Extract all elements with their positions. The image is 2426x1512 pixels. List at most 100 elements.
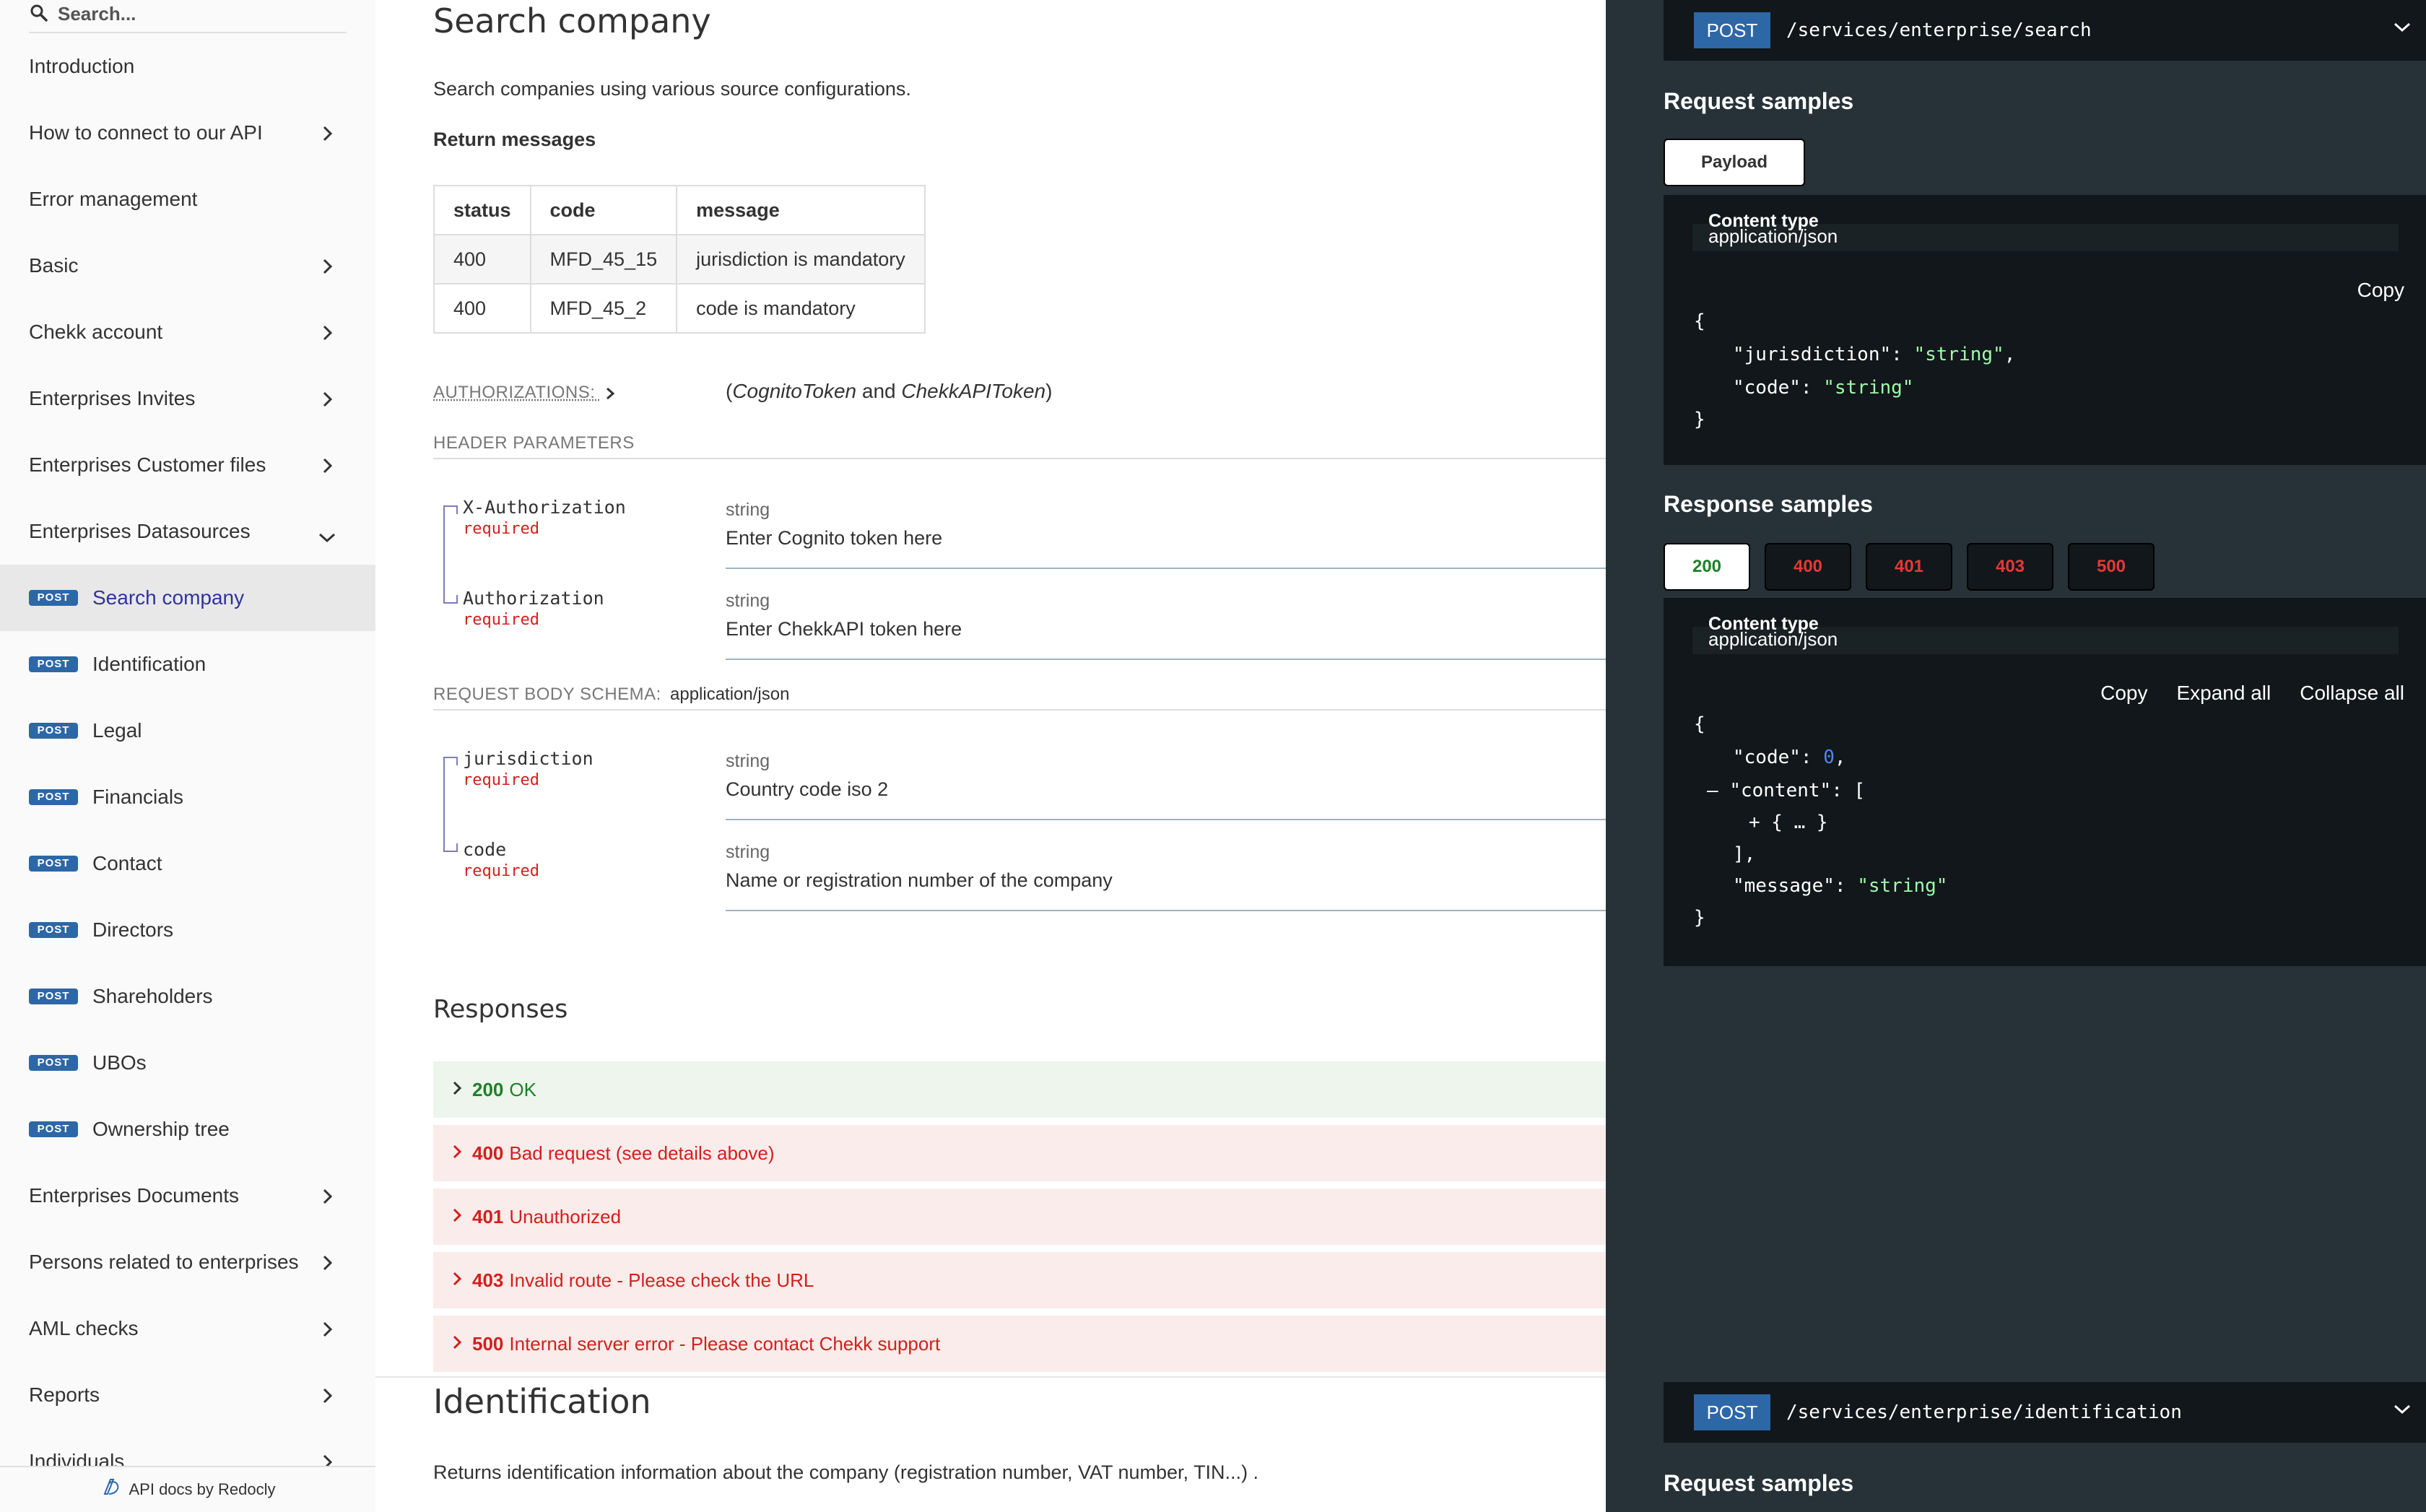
authorizations-label: AUTHORIZATIONS: bbox=[433, 383, 596, 402]
collapse-toggle[interactable]: – bbox=[1707, 780, 1718, 801]
code-line: "code": 0, bbox=[1733, 747, 1846, 768]
param-required: required bbox=[463, 611, 539, 629]
response-text: Invalid route - Please check the URL bbox=[509, 1269, 814, 1291]
post-badge: POST bbox=[29, 656, 78, 672]
param-description: Country code iso 2 bbox=[726, 778, 889, 800]
redocly-footer-link[interactable]: API docs by Redocly bbox=[0, 1466, 375, 1512]
post-badge: POST bbox=[29, 922, 78, 938]
auth-open-paren: ( bbox=[726, 380, 733, 402]
code-key: "message" bbox=[1733, 875, 1835, 897]
sidebar-item-introduction[interactable]: Introduction bbox=[0, 33, 375, 100]
sidebar-item-persons-related[interactable]: Persons related to enterprises bbox=[0, 1229, 375, 1295]
copy-button[interactable]: Copy bbox=[2357, 279, 2404, 302]
tab-payload[interactable]: Payload bbox=[1664, 139, 1805, 186]
copy-button[interactable]: Copy bbox=[2100, 682, 2147, 705]
response-text: Unauthorized bbox=[509, 1205, 622, 1228]
endpoint-toggle-identification[interactable]: POST /services/enterprise/identification bbox=[1664, 1382, 2426, 1443]
sidebar-item-enterprises-datasources[interactable]: Enterprises Datasources bbox=[0, 498, 375, 565]
sidebar-item-how-to-connect[interactable]: How to connect to our API bbox=[0, 100, 375, 166]
chevron-right-icon bbox=[322, 1386, 334, 1409]
sidebar-item-basic[interactable]: Basic bbox=[0, 233, 375, 299]
section-divider bbox=[375, 1376, 1606, 1378]
post-badge: POST bbox=[29, 1055, 78, 1071]
sidebar-item-reports[interactable]: Reports bbox=[0, 1362, 375, 1428]
sidebar-item-label: Directors bbox=[92, 918, 174, 941]
table-cell: 400 bbox=[433, 234, 531, 284]
sidebar-item-search-company[interactable]: POST Search company bbox=[0, 565, 375, 631]
tab-response-400[interactable]: 400 bbox=[1765, 543, 1851, 591]
post-badge: POST bbox=[29, 590, 78, 606]
sidebar-item-label: Basic bbox=[29, 254, 79, 277]
sidebar-item-directors[interactable]: POST Directors bbox=[0, 897, 375, 963]
request-samples-title: Request samples bbox=[1664, 88, 1854, 114]
authorizations-toggle[interactable]: AUTHORIZATIONS: bbox=[433, 383, 615, 403]
code-brace: { bbox=[1694, 310, 1705, 332]
footer-label: API docs by Redocly bbox=[129, 1480, 276, 1498]
chevron-right-icon bbox=[452, 1206, 462, 1228]
code-key: "code" bbox=[1733, 747, 1801, 768]
sidebar-item-contact[interactable]: POST Contact bbox=[0, 830, 375, 897]
search-input[interactable] bbox=[58, 1, 339, 26]
tree-tick bbox=[456, 505, 458, 514]
responses-title: Responses bbox=[433, 995, 568, 1024]
expand-item-toggle[interactable]: + { … } bbox=[1749, 812, 1828, 833]
auth-and: and bbox=[856, 380, 902, 402]
expand-all-button[interactable]: Expand all bbox=[2176, 682, 2271, 705]
collapse-all-button[interactable]: Collapse all bbox=[2300, 682, 2404, 705]
sidebar-item-financials[interactable]: POST Financials bbox=[0, 764, 375, 830]
response-200-toggle[interactable]: 200 OK bbox=[433, 1061, 1606, 1118]
param-name: X-Authorization bbox=[463, 497, 626, 518]
sidebar-item-label: Shareholders bbox=[92, 985, 213, 1007]
code-key: "code" bbox=[1733, 377, 1801, 399]
response-400-toggle[interactable]: 400 Bad request (see details above) bbox=[433, 1125, 1606, 1181]
body-schema-type: application/json bbox=[670, 685, 790, 704]
header-params-label: HEADER PARAMETERS bbox=[433, 433, 635, 453]
http-method-badge: POST bbox=[1694, 1394, 1770, 1430]
post-badge: POST bbox=[29, 1121, 78, 1137]
tab-response-401[interactable]: 401 bbox=[1866, 543, 1952, 591]
sidebar-item-label: Chekk account bbox=[29, 321, 163, 343]
endpoint-toggle-search[interactable]: POST /services/enterprise/search bbox=[1664, 0, 2426, 61]
sidebar-item-label: How to connect to our API bbox=[29, 121, 263, 144]
response-code: 400 bbox=[472, 1142, 504, 1164]
sidebar-item-ubos[interactable]: POST UBOs bbox=[0, 1030, 375, 1096]
sidebar-item-aml-checks[interactable]: AML checks bbox=[0, 1295, 375, 1362]
sidebar-item-chekk-account[interactable]: Chekk account bbox=[0, 299, 375, 365]
sidebar-item-error-management[interactable]: Error management bbox=[0, 166, 375, 233]
chevron-down-icon bbox=[2393, 22, 2412, 37]
param-description: Name or registration number of the compa… bbox=[726, 869, 1113, 891]
operation-description: Search companies using various source co… bbox=[433, 78, 911, 100]
sidebar-item-enterprises-customer-files[interactable]: Enterprises Customer files bbox=[0, 432, 375, 498]
table-row: 400 MFD_45_15 jurisdiction is mandatory bbox=[433, 234, 926, 284]
response-code: 403 bbox=[472, 1269, 504, 1291]
body-schema-label: REQUEST BODY SCHEMA: bbox=[433, 685, 661, 704]
code-line: "code": "string" bbox=[1733, 377, 1914, 399]
response-code: 200 bbox=[472, 1078, 504, 1100]
sidebar-item-legal[interactable]: POST Legal bbox=[0, 698, 375, 764]
code-line: – "content": [ bbox=[1707, 780, 1866, 801]
sidebar-item-label: Identification bbox=[92, 653, 206, 675]
tab-response-200[interactable]: 200 bbox=[1664, 543, 1750, 591]
sidebar-item-identification[interactable]: POST Identification bbox=[0, 631, 375, 698]
param-type: string bbox=[726, 500, 770, 520]
response-401-toggle[interactable]: 401 Unauthorized bbox=[433, 1189, 1606, 1245]
sidebar-item-ownership-tree[interactable]: POST Ownership tree bbox=[0, 1096, 375, 1163]
tree-branch bbox=[443, 757, 458, 758]
chevron-right-icon bbox=[322, 323, 334, 347]
code-bracket: [ bbox=[1853, 780, 1866, 801]
post-badge: POST bbox=[29, 789, 78, 805]
response-403-toggle[interactable]: 403 Invalid route - Please check the URL bbox=[433, 1252, 1606, 1308]
post-badge: POST bbox=[29, 989, 78, 1004]
sidebar-item-shareholders[interactable]: POST Shareholders bbox=[0, 963, 375, 1030]
code-actions: Copy Expand all Collapse all bbox=[2100, 682, 2404, 705]
divider bbox=[433, 709, 1606, 711]
sidebar-item-enterprises-invites[interactable]: Enterprises Invites bbox=[0, 365, 375, 432]
sidebar-item-enterprises-documents[interactable]: Enterprises Documents bbox=[0, 1163, 375, 1229]
code-brace: } bbox=[1694, 409, 1705, 430]
response-text: OK bbox=[509, 1078, 536, 1100]
response-500-toggle[interactable]: 500 Internal server error - Please contac… bbox=[433, 1316, 1606, 1372]
sidebar-item-label: UBOs bbox=[92, 1051, 147, 1074]
post-badge: POST bbox=[29, 856, 78, 872]
tab-response-403[interactable]: 403 bbox=[1967, 543, 2053, 591]
tab-response-500[interactable]: 500 bbox=[2068, 543, 2155, 591]
